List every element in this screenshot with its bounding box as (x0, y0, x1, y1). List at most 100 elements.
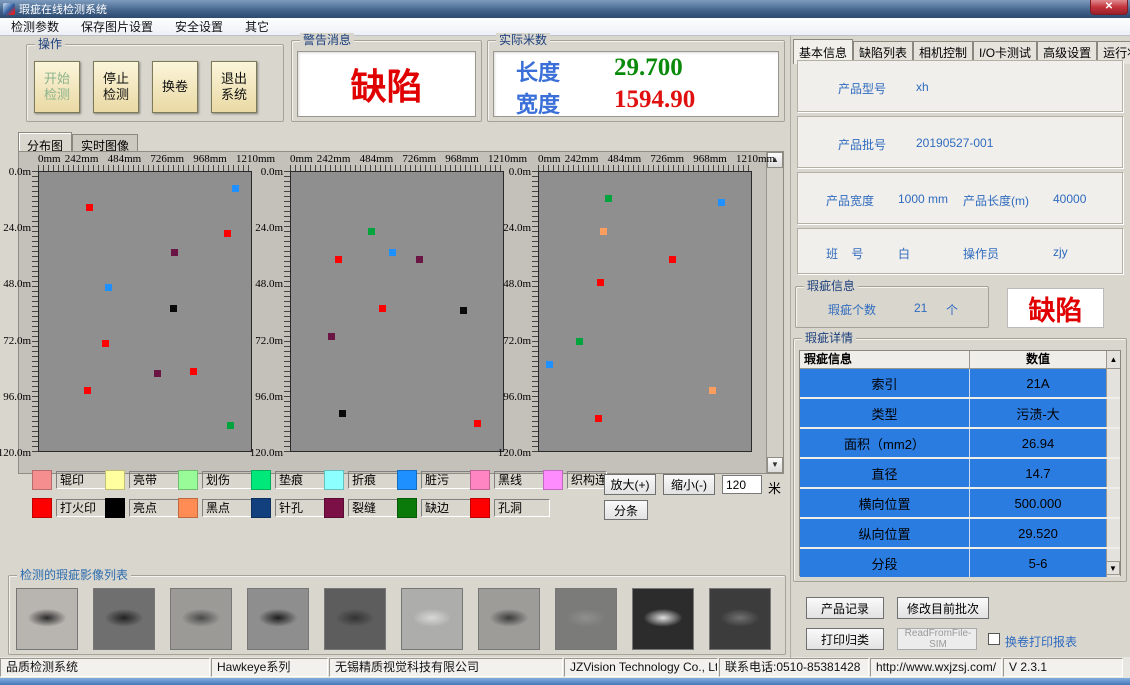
menu-item-其它[interactable]: 其它 (234, 18, 280, 36)
defect-point[interactable] (339, 410, 346, 417)
defect-thumbnail[interactable] (632, 588, 694, 650)
menu-item-安全设置[interactable]: 安全设置 (164, 18, 234, 36)
defect-point[interactable] (328, 333, 335, 340)
product-length-label: 产品长度(m) (963, 192, 1029, 209)
op-button-停止检测[interactable]: 停止 检测 (93, 61, 139, 113)
defect-point[interactable] (154, 370, 161, 377)
defect-point[interactable] (546, 361, 553, 368)
defect-point[interactable] (232, 185, 239, 192)
defect-point[interactable] (227, 422, 234, 429)
table-scroll-down-icon[interactable]: ▼ (1106, 561, 1120, 575)
defect-detail-row[interactable]: 纵向位置29.520 (800, 519, 1120, 547)
defect-point[interactable] (389, 249, 396, 256)
defect-point[interactable] (669, 256, 676, 263)
x-tick-label: 242mm (65, 153, 99, 165)
y-tick-label: 72.0m (487, 335, 531, 347)
op-button-退出系统[interactable]: 退出 系统 (211, 61, 257, 113)
defect-detail-row[interactable]: 直径14.7 (800, 459, 1120, 487)
meters-range-input[interactable] (722, 475, 762, 494)
scroll-down-icon[interactable]: ▼ (767, 457, 783, 473)
product-batch-label: 产品批号 (838, 136, 886, 153)
defect-thumbnail[interactable] (555, 588, 617, 650)
close-button[interactable]: ✕ (1090, 0, 1128, 15)
defect-detail-row[interactable]: 类型污渍-大 (800, 399, 1120, 427)
legend-swatch-划伤 (178, 470, 198, 490)
y-tick-label: 0.0m (239, 166, 283, 178)
defect-point[interactable] (86, 204, 93, 211)
print-on-roll-change-checkbox[interactable] (988, 633, 1000, 645)
print-sort-button[interactable]: 打印归类 (806, 628, 884, 650)
defect-point[interactable] (718, 199, 725, 206)
x-tick-label: 968mm (693, 153, 727, 165)
product-record-button[interactable]: 产品记录 (806, 597, 884, 619)
scatter-plot-2 (290, 171, 504, 452)
x-tick-label: 1210mm (236, 153, 275, 165)
defect-thumbnail[interactable] (401, 588, 463, 650)
defect-point[interactable] (105, 284, 112, 291)
defect-point[interactable] (576, 338, 583, 345)
defect-thumbnail[interactable] (93, 588, 155, 650)
defect-detail-row[interactable]: 横向位置500.000 (800, 489, 1120, 517)
op-button-开始检测[interactable]: 开始 检测 (34, 61, 80, 113)
defect-point[interactable] (335, 256, 342, 263)
status-segment: 品质检测系统 (0, 658, 210, 677)
defect-thumbnail[interactable] (709, 588, 771, 650)
detail-row-value: 5-6 (970, 549, 1106, 577)
defect-thumbnail[interactable] (324, 588, 386, 650)
defect-thumbnail[interactable] (247, 588, 309, 650)
legend-swatch-黑线 (470, 470, 490, 490)
legend-swatch-亮点 (105, 498, 125, 518)
zoom-out-button[interactable]: 缩小(-) (663, 474, 715, 495)
defect-detail-row[interactable]: 索引21A (800, 369, 1120, 397)
defect-point[interactable] (171, 249, 178, 256)
product-width-label: 产品宽度 (826, 192, 874, 209)
defect-point[interactable] (709, 387, 716, 394)
defect-point[interactable] (460, 307, 467, 314)
defect-point[interactable] (600, 228, 607, 235)
defect-point[interactable] (416, 256, 423, 263)
warning-group: 警告消息 缺陷 (291, 40, 482, 122)
split-button[interactable]: 分条 (604, 500, 648, 520)
x-tick-label: 0mm (38, 153, 61, 165)
status-segment: http://www.wxjzsj.com/ (870, 658, 1002, 677)
defect-point[interactable] (190, 368, 197, 375)
defect-point[interactable] (84, 387, 91, 394)
status-bar: 品质检测系统Hawkeye系列无锡精质视觉科技有限公司JZVision Tech… (0, 657, 1130, 678)
x-tick-label: 726mm (650, 153, 684, 165)
legend-swatch-黑点 (178, 498, 198, 518)
defect-thumbnail[interactable] (16, 588, 78, 650)
x-tick-label: 726mm (402, 153, 436, 165)
defect-point[interactable] (102, 340, 109, 347)
defect-detail-row[interactable]: 面积（mm2）26.94 (800, 429, 1120, 457)
defect-point[interactable] (474, 420, 481, 427)
meters-unit-label: 米 (768, 478, 781, 497)
thumbnail-group-label: 检测的瑕疵影像列表 (17, 568, 131, 582)
legend-swatch-脏污 (397, 470, 417, 490)
defect-point[interactable] (379, 305, 386, 312)
y-tick-label: 72.0m (0, 335, 31, 347)
defect-detail-row[interactable]: 分段5-6 (800, 549, 1120, 577)
defect-point[interactable] (597, 279, 604, 286)
defect-thumbnail[interactable] (170, 588, 232, 650)
defect-info-group-label: 瑕疵信息 (804, 279, 858, 293)
menu-item-检测参数[interactable]: 检测参数 (0, 18, 70, 36)
detail-row-label: 纵向位置 (800, 519, 970, 547)
zoom-in-button[interactable]: 放大(+) (604, 474, 656, 495)
table-scroll-up-icon[interactable]: ▲ (1106, 351, 1120, 368)
defect-point[interactable] (170, 305, 177, 312)
defect-count-label: 瑕疵个数 (828, 301, 876, 318)
detail-row-label: 面积（mm2） (800, 429, 970, 457)
shift-label: 班 号 (826, 245, 863, 262)
defect-point[interactable] (595, 415, 602, 422)
legend-swatch-针孔 (251, 498, 271, 518)
legend-label-缺边: 缺边 (421, 499, 477, 517)
defect-thumbnail[interactable] (478, 588, 540, 650)
defect-point[interactable] (368, 228, 375, 235)
op-button-换卷[interactable]: 换卷 (152, 61, 198, 113)
defect-point[interactable] (605, 195, 612, 202)
plot-vscrollbar[interactable]: ▲ ▼ (766, 152, 783, 473)
defect-point[interactable] (224, 230, 231, 237)
legend-swatch-孔洞 (470, 498, 490, 518)
menu-item-保存图片设置[interactable]: 保存图片设置 (70, 18, 164, 36)
modify-batch-button[interactable]: 修改目前批次 (897, 597, 989, 619)
